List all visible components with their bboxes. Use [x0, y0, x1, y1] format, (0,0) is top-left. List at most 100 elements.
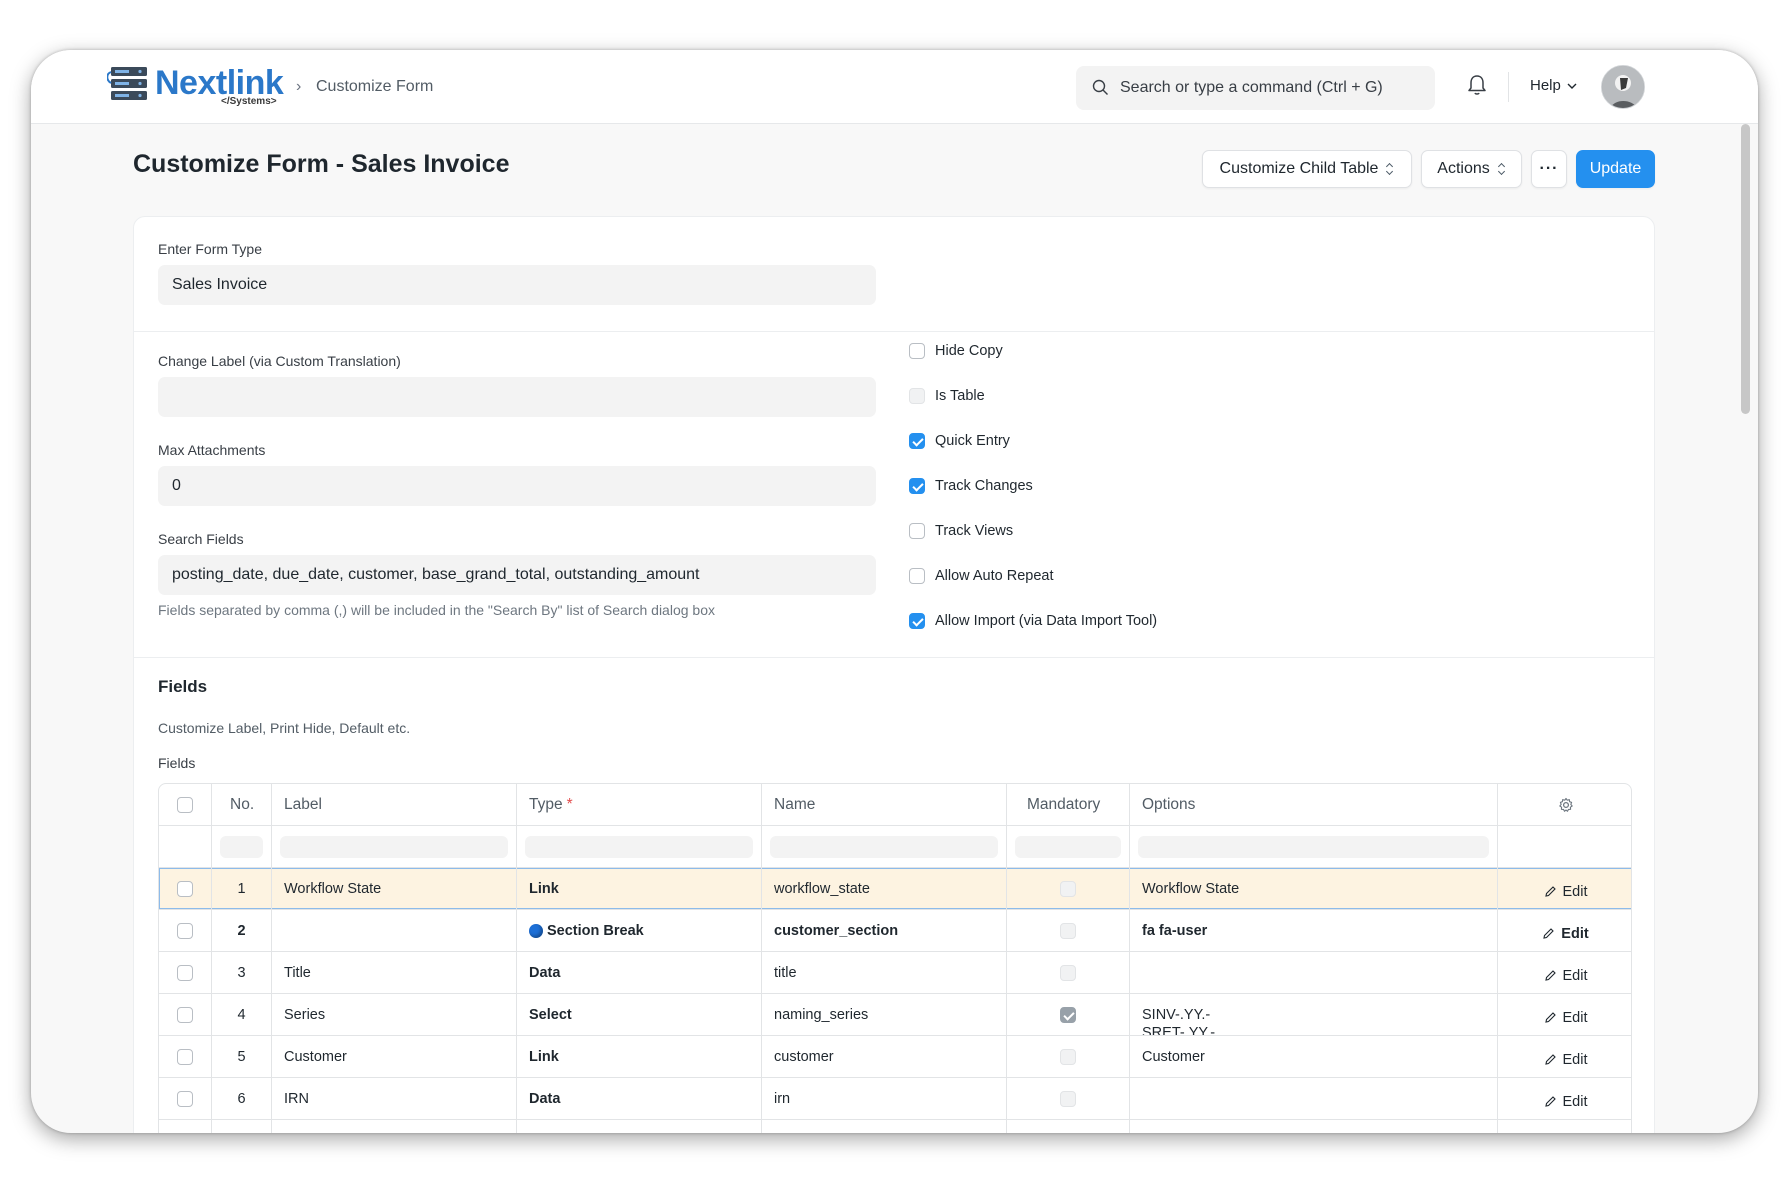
allow-import-label: Allow Import (via Data Import Tool): [935, 613, 1158, 629]
row-mandatory-checkbox[interactable]: [1060, 1006, 1076, 1023]
customize-child-table-button[interactable]: Customize Child Table: [1202, 150, 1412, 188]
hide-copy-checkbox-row[interactable]: Hide Copy: [909, 341, 1003, 361]
row-label[interactable]: Series: [272, 994, 517, 1035]
allow-import-checkbox[interactable]: [909, 613, 925, 629]
allow-auto-repeat-checkbox-row[interactable]: Allow Auto Repeat: [909, 566, 1054, 586]
filter-mandatory-input[interactable]: [1015, 835, 1121, 858]
grid-cell: [212, 826, 272, 867]
search-input[interactable]: [1120, 66, 1420, 110]
update-button[interactable]: Update: [1576, 150, 1655, 188]
filter-type-input[interactable]: [525, 835, 753, 858]
table-row[interactable]: 2 Section Break customer_section fa fa-u…: [159, 910, 1631, 952]
allow-import-checkbox-row[interactable]: Allow Import (via Data Import Tool): [909, 611, 1157, 631]
track-views-checkbox-row[interactable]: Track Views: [909, 521, 1013, 541]
row-name[interactable]: irn: [762, 1078, 1007, 1119]
select-all-checkbox[interactable]: [177, 796, 193, 813]
filter-label-input[interactable]: [280, 835, 508, 858]
row-type[interactable]: Data: [517, 952, 762, 993]
help-dropdown[interactable]: Help: [1530, 77, 1577, 94]
user-avatar[interactable]: [1601, 65, 1645, 109]
change-label-input[interactable]: [158, 377, 876, 417]
allow-auto-repeat-label: Allow Auto Repeat: [935, 568, 1054, 584]
row-options[interactable]: Workflow State: [1130, 868, 1498, 909]
max-attachments-input[interactable]: 0: [158, 466, 876, 506]
row-mandatory-checkbox[interactable]: [1060, 964, 1076, 981]
row-type-cell[interactable]: Section Break: [517, 910, 762, 951]
filter-name-input[interactable]: [770, 835, 998, 858]
brand-logo[interactable]: Nextlink </Systems>: [107, 62, 287, 110]
row-label[interactable]: IRN: [272, 1078, 517, 1119]
quick-entry-checkbox[interactable]: [909, 433, 925, 449]
allow-auto-repeat-checkbox[interactable]: [909, 568, 925, 584]
row-select-checkbox[interactable]: [177, 880, 193, 897]
table-row[interactable]: 1 Workflow State Link workflow_state Wor…: [159, 868, 1631, 910]
row-name[interactable]: customer_section: [762, 910, 1007, 951]
row-mandatory-checkbox[interactable]: [1060, 1048, 1076, 1065]
row-edit-button[interactable]: Edit: [1542, 926, 1589, 942]
required-mark: *: [566, 795, 573, 813]
navbar-divider: [1508, 72, 1509, 102]
row-select-checkbox[interactable]: [177, 1006, 193, 1023]
grid-cell: [762, 1120, 1007, 1133]
table-row[interactable]: 6 IRN Data irn Edit: [159, 1078, 1631, 1120]
row-no: 6: [212, 1078, 272, 1119]
row-edit-button[interactable]: Edit: [1544, 1010, 1588, 1026]
grid-cell: [1007, 994, 1130, 1035]
row-mandatory-checkbox[interactable]: [1060, 1090, 1076, 1107]
row-options-cell[interactable]: SINV-.YY.- SRET-.YY.-: [1130, 994, 1498, 1035]
row-label[interactable]: Title: [272, 952, 517, 993]
row-select-checkbox[interactable]: [177, 1090, 193, 1107]
table-row[interactable]: 3 Title Data title Edit: [159, 952, 1631, 994]
row-select-checkbox[interactable]: [177, 964, 193, 981]
row-edit-button[interactable]: Edit: [1544, 968, 1588, 984]
row-edit-button[interactable]: Edit: [1544, 884, 1588, 900]
form-type-input[interactable]: Sales Invoice: [158, 265, 876, 305]
column-header-type-text: Type: [529, 795, 563, 813]
row-type[interactable]: Select: [517, 994, 762, 1035]
track-views-checkbox[interactable]: [909, 523, 925, 539]
row-options[interactable]: Customer: [1130, 1036, 1498, 1077]
hide-copy-checkbox[interactable]: [909, 343, 925, 359]
section-divider: [134, 657, 1654, 658]
column-header-options: Options: [1130, 784, 1498, 825]
table-row[interactable]: 5 Customer Link customer Customer Edit: [159, 1036, 1631, 1078]
grid-cell: [1007, 1036, 1130, 1077]
quick-entry-checkbox-row[interactable]: Quick Entry: [909, 431, 1010, 451]
row-options[interactable]: [1130, 1078, 1498, 1119]
row-name[interactable]: title: [762, 952, 1007, 993]
row-label[interactable]: Customer: [272, 1036, 517, 1077]
row-type[interactable]: Link: [517, 868, 762, 909]
row-select-checkbox[interactable]: [177, 922, 193, 939]
row-mandatory-checkbox[interactable]: [1060, 922, 1076, 939]
select-arrows-icon: [1498, 162, 1506, 176]
awesomebar[interactable]: [1076, 66, 1435, 110]
track-changes-checkbox-row[interactable]: Track Changes: [909, 476, 1033, 496]
grid-cell: [1007, 1120, 1130, 1133]
row-label[interactable]: [272, 910, 517, 951]
fields-grid: No. Label Type * Name Mandatory Options: [158, 783, 1632, 1133]
row-name[interactable]: naming_series: [762, 994, 1007, 1035]
gear-icon[interactable]: [1558, 797, 1574, 813]
row-name[interactable]: customer: [762, 1036, 1007, 1077]
row-label[interactable]: Workflow State: [272, 868, 517, 909]
page-scrollbar[interactable]: [1741, 124, 1750, 414]
row-options[interactable]: [1130, 952, 1498, 993]
more-options-button[interactable]: ···: [1531, 150, 1567, 188]
search-fields-input[interactable]: posting_date, due_date, customer, base_g…: [158, 555, 876, 595]
actions-button[interactable]: Actions: [1421, 150, 1522, 188]
breadcrumb-customize-form[interactable]: Customize Form: [316, 78, 433, 96]
row-select-checkbox[interactable]: [177, 1048, 193, 1065]
notification-bell-icon[interactable]: [1467, 74, 1487, 96]
row-edit-button[interactable]: Edit: [1544, 1052, 1588, 1068]
table-row[interactable]: 4 Series Select naming_series SINV-.YY.-…: [159, 994, 1631, 1036]
filter-options-input[interactable]: [1138, 835, 1489, 858]
row-type[interactable]: Link: [517, 1036, 762, 1077]
row-options[interactable]: fa fa-user: [1130, 910, 1498, 951]
track-changes-checkbox[interactable]: [909, 478, 925, 494]
row-edit-button[interactable]: Edit: [1544, 1094, 1588, 1110]
row-name[interactable]: workflow_state: [762, 868, 1007, 909]
row-mandatory-checkbox[interactable]: [1060, 880, 1076, 897]
filter-no-input[interactable]: [220, 835, 263, 858]
row-type[interactable]: Data: [517, 1078, 762, 1119]
section-break-dot-icon: [529, 923, 543, 938]
